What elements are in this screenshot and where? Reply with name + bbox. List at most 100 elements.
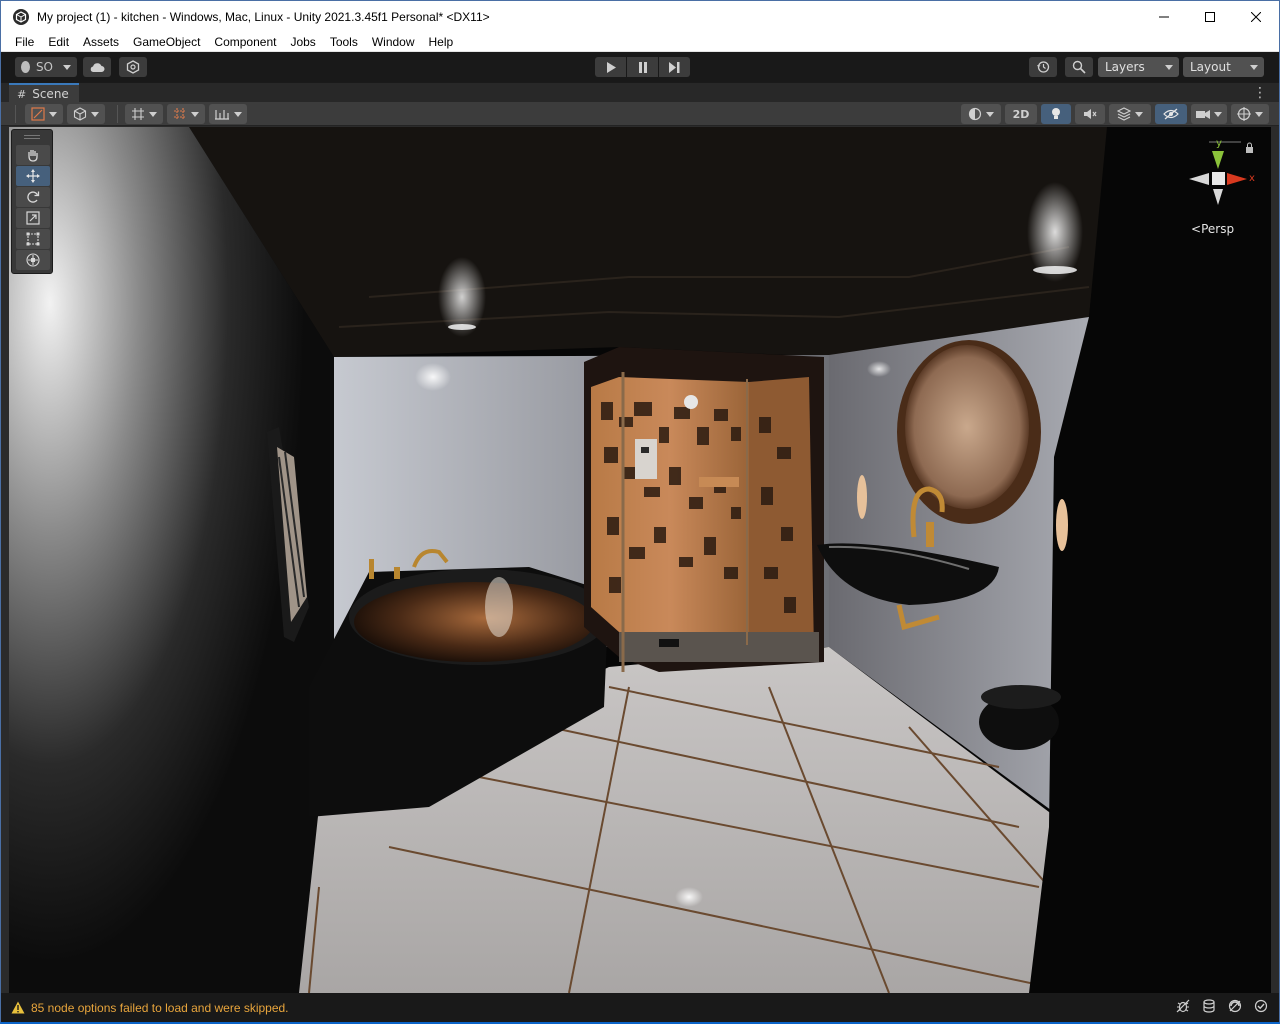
status-message[interactable]: 85 node options failed to load and were … (31, 1001, 289, 1015)
account-dropdown[interactable]: SO (15, 57, 77, 77)
chevron-down-icon (91, 111, 99, 117)
scene-effects-dropdown[interactable] (1109, 104, 1151, 124)
layout-label: Layout (1190, 60, 1231, 74)
chevron-down-icon (63, 64, 71, 70)
increment-snap-dropdown[interactable] (209, 104, 247, 124)
playmode-controls (595, 57, 690, 77)
draw-mode-dropdown[interactable] (961, 104, 1001, 124)
scene-tab-label: Scene (32, 87, 69, 101)
progress-icon[interactable] (1227, 998, 1243, 1014)
menu-window[interactable]: Window (365, 32, 422, 52)
menu-assets[interactable]: Assets (76, 32, 126, 52)
hand-icon (28, 150, 38, 162)
hidden-eye-icon (1163, 108, 1179, 120)
layers-label: Layers (1105, 60, 1145, 74)
menu-file[interactable]: File (8, 32, 41, 52)
scene-visibility-toggle[interactable] (1155, 104, 1187, 124)
scene-camera-dropdown[interactable] (1191, 104, 1227, 124)
gizmo-x-cone[interactable] (1227, 173, 1247, 185)
collab-button[interactable] (119, 57, 147, 77)
view-tool-button[interactable] (16, 145, 50, 165)
pivot-icon (31, 107, 45, 121)
lock-icon[interactable] (1246, 142, 1253, 153)
scene-viewport[interactable] (9, 127, 1271, 993)
step-icon (669, 61, 680, 73)
chevron-down-icon (234, 111, 242, 117)
more-options-icon[interactable]: ⋮ (1253, 85, 1267, 101)
close-icon (1251, 11, 1261, 22)
play-button[interactable] (595, 57, 626, 77)
menu-gameobject[interactable]: GameObject (126, 32, 207, 52)
gizmo-center-cube[interactable] (1212, 172, 1225, 185)
grid-icon (174, 108, 186, 120)
chevron-down-icon (986, 111, 994, 117)
light-bulb-icon (1052, 108, 1060, 119)
close-button[interactable] (1233, 1, 1279, 32)
tab-scene[interactable]: # Scene (9, 83, 79, 103)
warning-icon (11, 1001, 25, 1014)
chevron-down-icon (1255, 111, 1263, 117)
audio-mute-icon (1084, 109, 1097, 119)
scale-icon (26, 211, 40, 225)
minimize-icon (1159, 16, 1169, 17)
maximize-icon (1205, 11, 1215, 22)
scene-lighting-toggle[interactable] (1041, 104, 1071, 124)
debug-bug-icon[interactable] (1175, 998, 1191, 1014)
cloud-button[interactable] (83, 57, 111, 77)
move-tool-button[interactable] (16, 166, 50, 186)
window-title: My project (1) - kitchen - Windows, Mac,… (37, 9, 490, 24)
tool-palette (11, 129, 53, 274)
check-circle-icon[interactable] (1253, 998, 1269, 1014)
undo-history-button[interactable] (1029, 57, 1057, 77)
ruler-icon (215, 110, 229, 120)
grid-visibility-dropdown[interactable] (167, 104, 205, 124)
history-icon (1037, 61, 1050, 73)
gizmos-dropdown[interactable] (1231, 104, 1269, 124)
cloud-icon (90, 62, 105, 72)
grid-snapping-dropdown[interactable] (125, 104, 163, 124)
gizmo-neg-y-cone[interactable] (1213, 189, 1223, 205)
tool-handle-rotation-dropdown[interactable] (67, 104, 105, 124)
chevron-down-icon (149, 111, 157, 117)
layers-dropdown[interactable]: Layers (1098, 57, 1179, 77)
toggle-2d-button[interactable]: 2D (1005, 104, 1037, 124)
rect-tool-button[interactable] (16, 229, 50, 249)
grid-snap-icon (132, 108, 144, 120)
title-bar: My project (1) - kitchen - Windows, Mac,… (1, 1, 1279, 32)
step-button[interactable] (659, 57, 690, 77)
projection-label: Persp (1201, 222, 1235, 236)
chevron-left-icon: < (1191, 222, 1202, 236)
projection-toggle[interactable]: <Persp (1191, 222, 1234, 236)
minimize-button[interactable] (1141, 1, 1187, 32)
gizmo-x-label: x (1249, 173, 1255, 184)
maximize-button[interactable] (1187, 1, 1233, 32)
menu-help[interactable]: Help (422, 32, 461, 52)
menu-edit[interactable]: Edit (41, 32, 76, 52)
transform-tool-button[interactable] (16, 250, 50, 270)
shaded-sphere-icon (968, 107, 982, 121)
scene-audio-toggle[interactable] (1075, 104, 1105, 124)
search-button[interactable] (1065, 57, 1093, 77)
chevron-down-icon (1165, 65, 1173, 70)
scene-tab-bar: # Scene ⋮ (1, 82, 1279, 103)
effects-layers-icon (1117, 107, 1131, 121)
menu-component[interactable]: Component (207, 32, 283, 52)
scale-tool-button[interactable] (16, 208, 50, 228)
pause-button[interactable] (627, 57, 658, 77)
menu-jobs[interactable]: Jobs (283, 32, 322, 52)
pause-icon (638, 61, 647, 73)
cache-server-icon[interactable] (1201, 998, 1217, 1014)
layout-dropdown[interactable]: Layout (1183, 57, 1264, 77)
rotate-icon (27, 191, 40, 203)
account-avatar-icon (21, 61, 30, 73)
menu-tools[interactable]: Tools (323, 32, 365, 52)
rotate-tool-button[interactable] (16, 187, 50, 207)
gizmo-neg-x-cone[interactable] (1189, 173, 1209, 185)
gizmo-y-cone[interactable] (1212, 151, 1224, 169)
rect-transform-icon (26, 232, 40, 246)
tool-handle-position-dropdown[interactable] (25, 104, 63, 124)
transform-icon (26, 253, 40, 267)
menu-bar: File Edit Assets GameObject Component Jo… (1, 32, 1279, 52)
chevron-down-icon (49, 111, 57, 117)
palette-grip[interactable] (16, 133, 48, 141)
